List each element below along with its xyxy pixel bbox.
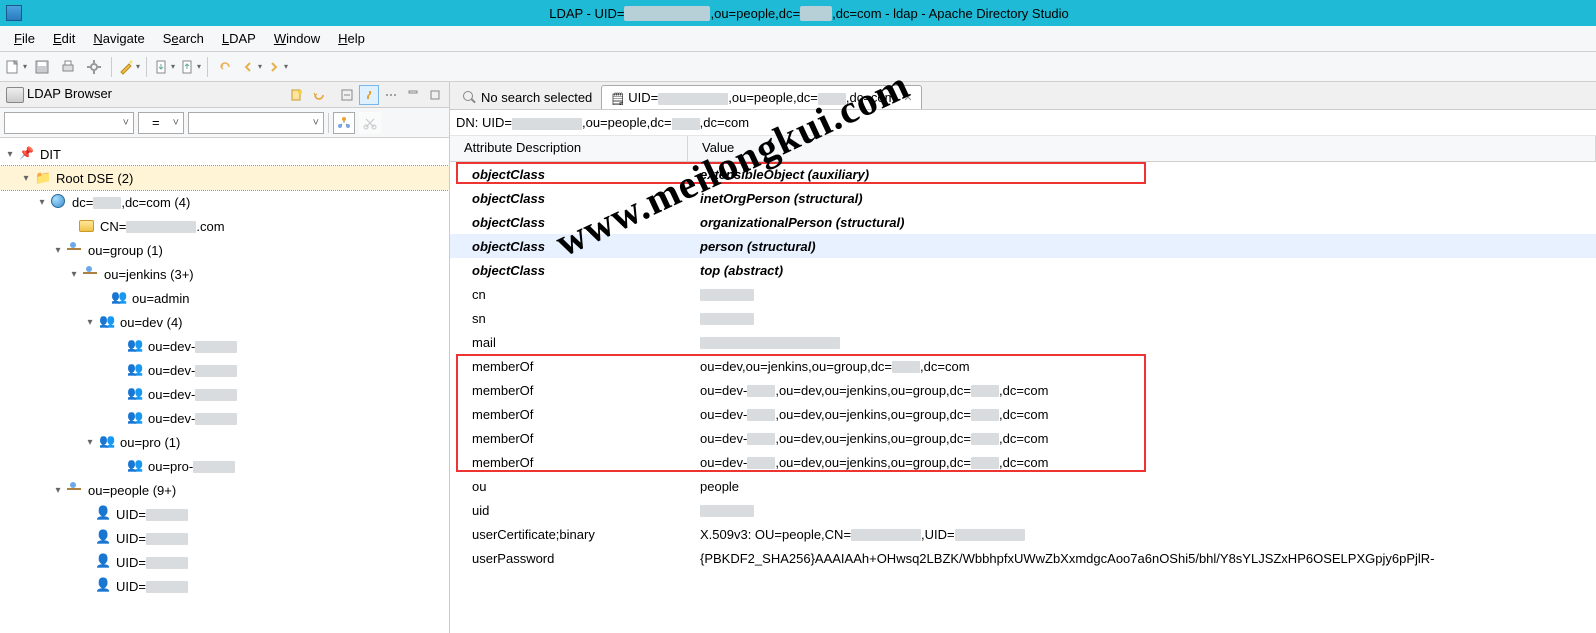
tree-pro[interactable]: ou=pro (1) [0, 430, 449, 454]
app-icon [6, 5, 22, 21]
ldap-tree[interactable]: DIT Root DSE (2) dc=,dc=com (4) CN=.com … [0, 138, 449, 633]
attr-row[interactable]: sn [450, 306, 1596, 330]
attr-row[interactable]: userCertificate;binaryX.509v3: OU=people… [450, 522, 1596, 546]
tree-people[interactable]: ou=people (9+) [0, 478, 449, 502]
tree-dev-child[interactable]: ou=dev- [0, 334, 449, 358]
window-titlebar: LDAP - UID= ,ou=people,dc= ,dc=com - lda… [0, 0, 1596, 26]
new-button[interactable] [4, 55, 28, 79]
attribute-table[interactable]: objectClassextensibleObject (auxiliary)o… [450, 162, 1596, 633]
cut-button[interactable] [359, 112, 381, 134]
tree-dev[interactable]: ou=dev (4) [0, 310, 449, 334]
attr-row[interactable]: oupeople [450, 474, 1596, 498]
attr-row[interactable]: mail [450, 330, 1596, 354]
attr-row[interactable]: objectClassinetOrgPerson (structural) [450, 186, 1596, 210]
import-button[interactable] [152, 55, 176, 79]
attr-row[interactable]: objectClassorganizationalPerson (structu… [450, 210, 1596, 234]
print-button[interactable] [56, 55, 80, 79]
forward-button[interactable] [265, 55, 289, 79]
attr-row[interactable]: cn [450, 282, 1596, 306]
main-toolbar [0, 52, 1596, 82]
tree-dc[interactable]: dc=,dc=com (4) [0, 190, 449, 214]
menu-window[interactable]: Window [266, 28, 328, 49]
link-button[interactable] [359, 85, 379, 105]
wizard-button[interactable] [117, 55, 141, 79]
tree-root-dse[interactable]: Root DSE (2) [0, 166, 449, 190]
minimize-icon[interactable] [403, 85, 423, 105]
attr-row[interactable]: memberOfou=dev-,ou=dev,ou=jenkins,ou=gro… [450, 402, 1596, 426]
attr-row[interactable]: memberOfou=dev-,ou=dev,ou=jenkins,ou=gro… [450, 450, 1596, 474]
attr-row[interactable]: memberOfou=dev-,ou=dev,ou=jenkins,ou=gro… [450, 378, 1596, 402]
attr-row[interactable]: objectClasstop (abstract) [450, 258, 1596, 282]
col-attribute[interactable]: Attribute Description [450, 136, 688, 161]
new-context-button[interactable] [287, 85, 307, 105]
tree-cn[interactable]: CN=.com [0, 214, 449, 238]
menubar: File Edit Navigate Search LDAP Window He… [0, 26, 1596, 52]
tree-dev-child[interactable]: ou=dev- [0, 358, 449, 382]
collapse-button[interactable] [337, 85, 357, 105]
attribute-table-header: Attribute Description Value [450, 136, 1596, 162]
tree-uid[interactable]: UID= [0, 502, 449, 526]
menu-ldap[interactable]: LDAP [214, 28, 264, 49]
menu-edit[interactable]: Edit [45, 28, 83, 49]
menu-help[interactable]: Help [330, 28, 373, 49]
menu-file[interactable]: File [6, 28, 43, 49]
back-button[interactable] [239, 55, 263, 79]
attr-row[interactable]: objectClassextensibleObject (auxiliary) [450, 162, 1596, 186]
tree-jenkins[interactable]: ou=jenkins (3+) [0, 262, 449, 286]
tree-uid[interactable]: UID= [0, 526, 449, 550]
filter-tree-button[interactable] [333, 112, 355, 134]
filter-row: = [0, 108, 449, 138]
search-icon [463, 91, 477, 105]
tab-search[interactable]: No search selected [454, 85, 601, 109]
col-value[interactable]: Value [688, 136, 1596, 161]
ldap-browser-title: LDAP Browser [4, 86, 285, 103]
editor-tabs: No search selected UID=,ou=people,dc=,dc… [450, 82, 1596, 110]
filter-operator-combo[interactable]: = [138, 112, 184, 134]
refresh-button[interactable] [309, 85, 329, 105]
tree-admin[interactable]: ou=admin [0, 286, 449, 310]
menu-icon[interactable] [381, 85, 401, 105]
undo-button[interactable] [213, 55, 237, 79]
tree-uid[interactable]: UID= [0, 574, 449, 598]
attr-row[interactable]: objectClassperson (structural) [450, 234, 1596, 258]
tree-dit[interactable]: DIT [0, 142, 449, 166]
entry-icon [610, 91, 624, 105]
export-button[interactable] [178, 55, 202, 79]
attr-row[interactable]: memberOfou=dev-,ou=dev,ou=jenkins,ou=gro… [450, 426, 1596, 450]
window-title: LDAP - UID= ,ou=people,dc= ,dc=com - lda… [28, 5, 1590, 21]
tree-dev-child[interactable]: ou=dev- [0, 382, 449, 406]
attr-row[interactable]: userPassword{PBKDF2_SHA256}AAAIAAh+OHwsq… [450, 546, 1596, 570]
maximize-icon[interactable] [425, 85, 445, 105]
tab-entry[interactable]: UID=,ou=people,dc=,dc=com✕ [601, 85, 921, 109]
tree-uid[interactable]: UID= [0, 550, 449, 574]
attr-row[interactable]: uid [450, 498, 1596, 522]
menu-navigate[interactable]: Navigate [85, 28, 152, 49]
filter-value-combo[interactable] [188, 112, 324, 134]
close-icon[interactable]: ✕ [903, 91, 912, 104]
tree-pro-child[interactable]: ou=pro- [0, 454, 449, 478]
gear-button[interactable] [82, 55, 106, 79]
tree-dev-child[interactable]: ou=dev- [0, 406, 449, 430]
save-button[interactable] [30, 55, 54, 79]
ldap-browser-header: LDAP Browser [0, 82, 449, 108]
filter-attribute-combo[interactable] [4, 112, 134, 134]
tree-group[interactable]: ou=group (1) [0, 238, 449, 262]
menu-search[interactable]: Search [155, 28, 212, 49]
dn-bar: DN: UID=,ou=people,dc=,dc=com [450, 110, 1596, 136]
attr-row[interactable]: memberOfou=dev,ou=jenkins,ou=group,dc=,d… [450, 354, 1596, 378]
